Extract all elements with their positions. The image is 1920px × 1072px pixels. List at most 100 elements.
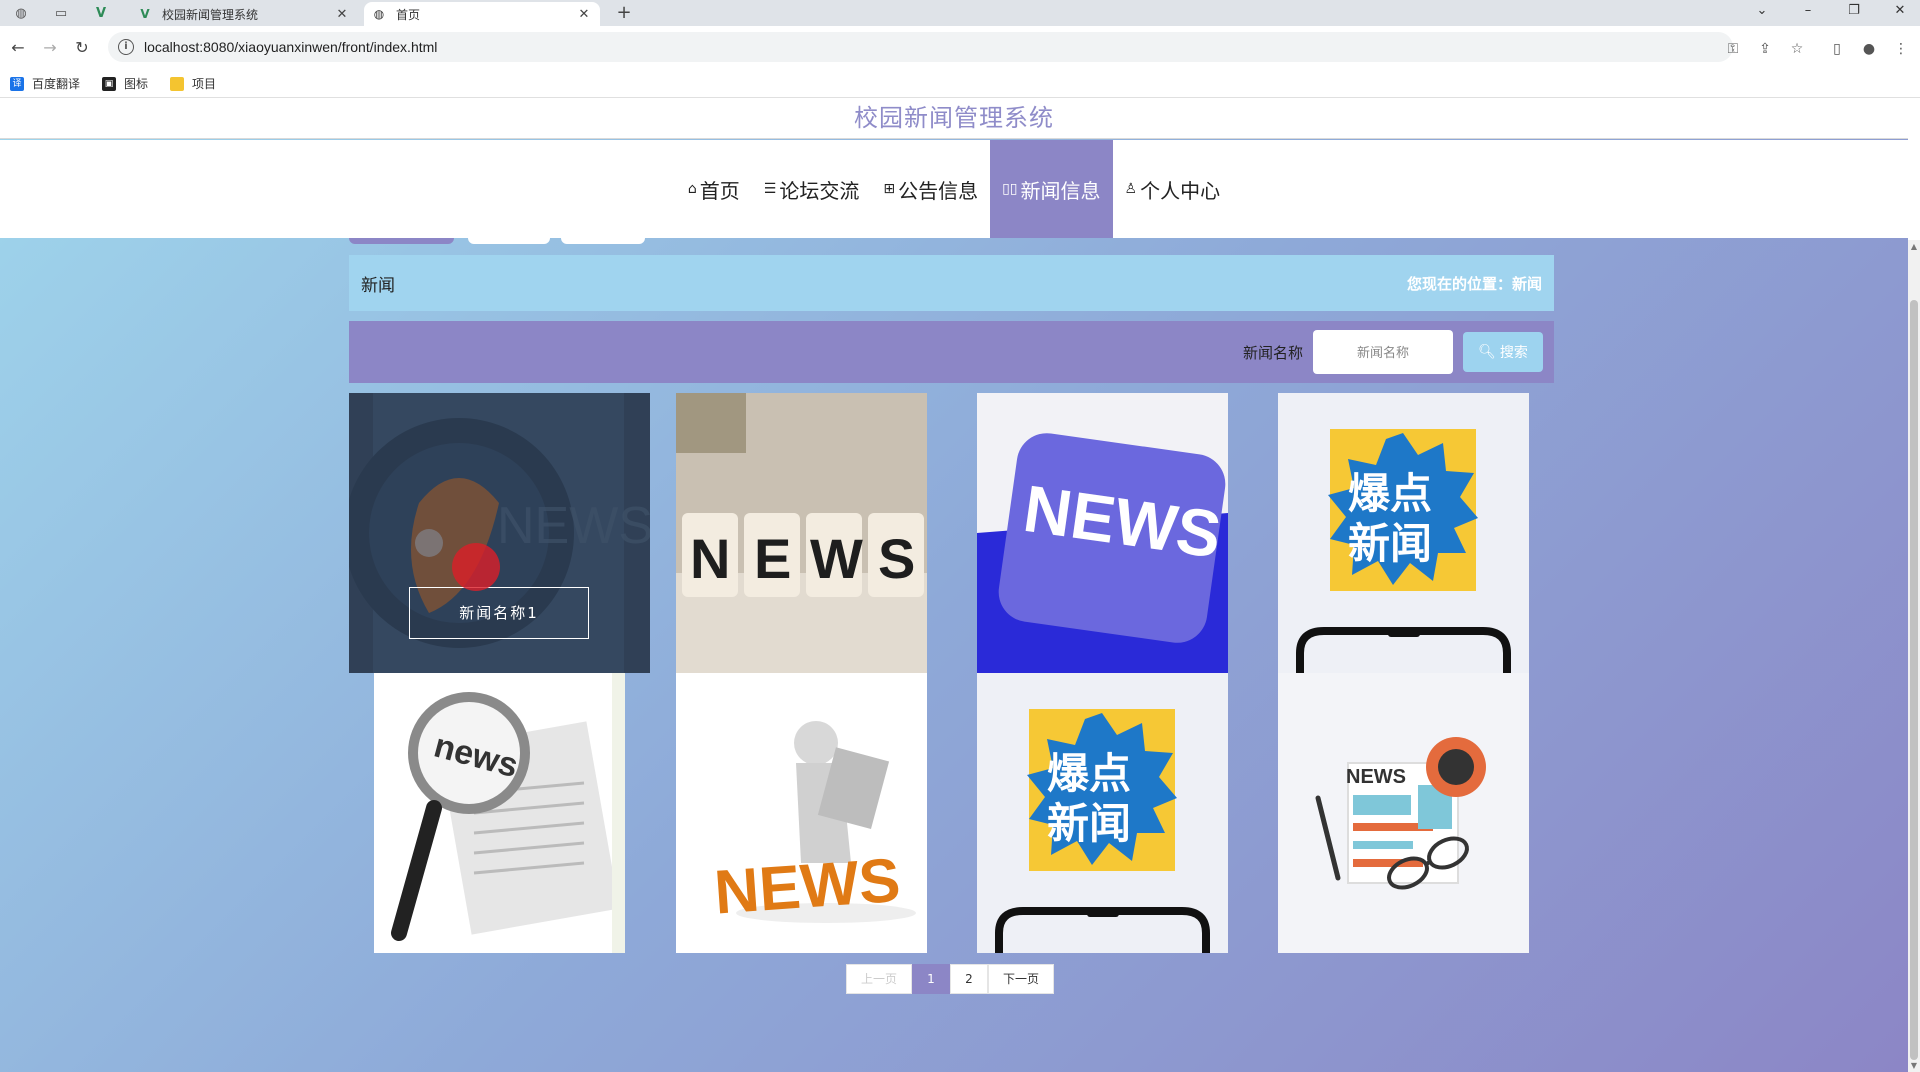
breaking-news-phone-image: 爆点 新闻 [1278,393,1529,673]
bookmark-icons[interactable]: ▣ 图标 [102,75,148,92]
news-cubes-image: N E W S [676,393,927,673]
bookmark-translate[interactable]: 译 百度翻译 [10,75,80,92]
news-illustration-image: NEWS [1278,673,1529,953]
nav-item-forum[interactable]: ☰ 论坛交流 [752,140,872,238]
card-text: 爆点 [1348,469,1432,518]
svg-text:E: E [754,527,791,590]
search-button-label: 搜索 [1499,345,1528,361]
nav-item-news[interactable]: ▯▯ 新闻信息 [990,140,1113,238]
menu-icon[interactable]: ⋮ [1890,38,1912,60]
grid-icon: ⊞ [883,181,896,197]
bookmark-label: 项目 [192,77,217,91]
address-bar: ← → ↻ i localhost:8080/xiaoyuanxinwen/fr… [0,26,1920,70]
tab-title: 校园新闻管理系统 [162,7,259,22]
new-tab-icon[interactable]: + [612,3,636,23]
card-text: 新闻 [1047,799,1131,848]
profile-icon[interactable]: ● [1858,38,1880,60]
scrolled-tab [468,238,550,244]
scrolled-tab [561,238,645,244]
browser-tab-strip: ◍ ▭ V V 校园新闻管理系统 ✕ ◍ 首页 ✕ + ⌄ – ❐ ✕ [0,0,1920,26]
layers-icon: ☰ [763,181,777,197]
news-card[interactable]: N E W S [676,393,927,673]
news-name-input[interactable] [1313,330,1453,374]
reload-icon[interactable]: ↻ [70,36,94,60]
svg-text:N: N [690,527,730,590]
news-card[interactable]: NEWS [1278,673,1529,953]
scroll-up-icon[interactable]: ▲ [1908,242,1920,251]
magnifier-newspaper-image: news [374,673,625,953]
site-title: 校园新闻管理系统 [854,104,1054,132]
side-panel-icon[interactable]: ▯ [1826,38,1848,60]
nav-label: 论坛交流 [779,178,860,203]
tab-search-icon[interactable]: ⌄ [1742,0,1782,22]
scroll-down-icon[interactable]: ▼ [1908,1061,1920,1070]
minimize-icon[interactable]: – [1788,0,1828,22]
url-text: localhost:8080/xiaoyuanxinwen/front/inde… [144,39,438,55]
share-icon[interactable]: ⇪ [1754,38,1776,60]
news-card[interactable]: news [374,673,625,953]
translate-icon: 译 [10,76,24,91]
search-bar: 新闻名称 🔍︎ 搜索 [349,321,1554,383]
close-icon[interactable]: ✕ [334,7,350,22]
news-card[interactable]: 爆点 新闻 [977,673,1228,953]
globe-icon[interactable]: ◍ [8,3,34,23]
news-key-image: NEWS [977,393,1228,673]
news-card[interactable]: NEWS [977,393,1228,673]
nav-item-notices[interactable]: ⊞ 公告信息 [871,140,990,238]
window-icon[interactable]: ▭ [48,3,74,23]
scroll-thumb[interactable] [1910,300,1918,1060]
key-icon[interactable]: ⚿ [1722,38,1744,60]
folder-icon [170,76,185,91]
main-nav: ⌂ 首页 ☰ 论坛交流 ⊞ 公告信息 ▯▯ 新闻信息 ♙ 个人中心 [0,140,1908,238]
card-text: 新闻 [1348,519,1432,568]
page-scrollbar[interactable]: ▲ ▼ [1908,240,1920,1072]
back-arrow-icon[interactable]: ← [6,36,30,60]
nav-label: 新闻信息 [1020,178,1101,203]
scrolled-tab [349,238,454,244]
home-icon: ⌂ [687,181,697,197]
site-header: 校园新闻管理系统 [0,98,1908,139]
next-page-button[interactable]: 下一页 [988,964,1054,994]
bookmark-projects[interactable]: 项目 [170,75,216,92]
news-card[interactable]: 爆点 新闻 [1278,393,1529,673]
bookmark-label: 图标 [124,77,149,91]
card-text: 爆点 [1047,749,1131,798]
window-close-icon[interactable]: ✕ [1880,0,1920,22]
browser-tab-home[interactable]: ◍ 首页 ✕ [364,2,600,26]
forward-arrow-icon[interactable]: → [38,36,62,60]
user-icon: ♙ [1124,181,1138,197]
image-icon: ▣ [102,76,117,91]
star-icon[interactable]: ☆ [1786,38,1808,60]
page-button-2[interactable]: 2 [950,964,988,994]
info-icon[interactable]: i [118,39,134,55]
card-text: NEWS [712,846,902,928]
prev-page-button[interactable]: 上一页 [846,964,912,994]
search-button[interactable]: 🔍︎ 搜索 [1463,332,1543,372]
person-reading-news-image: NEWS [676,673,927,953]
browser-tab-admin[interactable]: V 校园新闻管理系统 ✕ [130,2,358,26]
restore-icon[interactable]: ❐ [1834,0,1874,22]
pagination: 上一页 1 2 下一页 [846,964,1054,994]
breadcrumb: 新闻 您现在的位置：新闻 [349,255,1554,311]
news-title-label[interactable]: 新闻名称1 [409,587,589,639]
news-icon: ▯▯ [1002,181,1018,197]
url-field[interactable]: i localhost:8080/xiaoyuanxinwen/front/in… [108,32,1733,62]
nav-item-home[interactable]: ⌂ 首页 [676,140,752,238]
page-button-1[interactable]: 1 [912,964,950,994]
svg-text:S: S [878,527,915,590]
vue-logo-icon: V [140,7,150,21]
cursor-highlight [452,543,500,591]
nav-label: 公告信息 [898,178,979,203]
nav-item-profile[interactable]: ♙ 个人中心 [1113,140,1233,238]
close-icon[interactable]: ✕ [576,7,592,22]
news-card[interactable]: NEWS [676,673,927,953]
globe-icon: ◍ [373,7,385,21]
news-card[interactable]: NEWS 新闻名称1 [349,393,650,673]
nav-label: 个人中心 [1140,178,1221,203]
section-title: 新闻 [361,275,395,296]
search-label: 新闻名称 [1242,343,1303,362]
card-text: NEWS [1346,766,1406,788]
vue-logo-icon[interactable]: V [88,3,114,23]
breaking-news-phone-image: 爆点 新闻 [977,673,1228,953]
search-icon: 🔍︎ [1478,344,1496,360]
